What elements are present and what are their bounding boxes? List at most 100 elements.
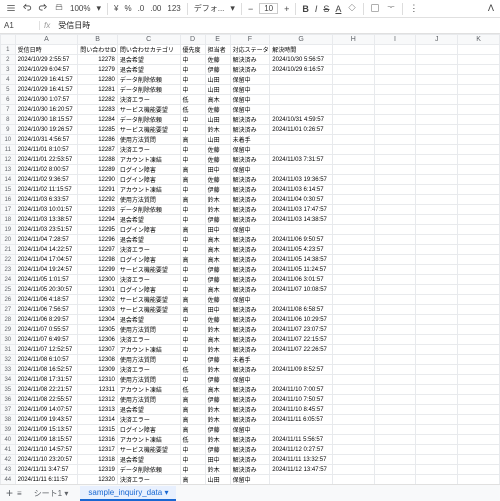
cell[interactable] (332, 155, 374, 165)
cell[interactable]: 2024/11/05 20:30:57 (15, 285, 78, 295)
cell[interactable]: 退会希望 (117, 55, 180, 65)
cell[interactable]: 鈴木 (205, 125, 230, 135)
cell[interactable]: ログイン障害 (117, 175, 180, 185)
cell[interactable]: 解決済み (230, 385, 270, 395)
cell[interactable] (374, 385, 416, 395)
cell[interactable]: 2024/11/04 7:28:57 (15, 235, 78, 245)
cell[interactable] (458, 445, 500, 455)
cell[interactable] (458, 315, 500, 325)
cell[interactable]: 2024/11/01 0:26:57 (270, 125, 333, 135)
cell[interactable] (374, 175, 416, 185)
cell[interactable]: 12285 (78, 125, 118, 135)
cell[interactable]: 12302 (78, 295, 118, 305)
cell[interactable]: 2024/10/30 1:07:57 (15, 95, 78, 105)
cell[interactable]: 決済エラー (117, 415, 180, 425)
cell[interactable]: 2024/11/08 16:52:57 (15, 365, 78, 375)
cell[interactable]: 高木 (205, 235, 230, 245)
row-header[interactable]: 21 (1, 245, 16, 255)
cell[interactable]: 鈴木 (205, 365, 230, 375)
bold-btn[interactable]: B (302, 4, 309, 14)
col-header[interactable] (1, 35, 16, 45)
cell[interactable]: 決済エラー (117, 275, 180, 285)
cell[interactable] (332, 365, 374, 375)
cell[interactable] (332, 175, 374, 185)
cell[interactable]: 12294 (78, 215, 118, 225)
cell[interactable] (416, 215, 458, 225)
cell[interactable] (374, 335, 416, 345)
cell[interactable] (416, 445, 458, 455)
cell[interactable]: 2024/11/06 8:29:57 (15, 315, 78, 325)
cell[interactable]: 中 (180, 205, 205, 215)
cell[interactable]: 2024/11/03 13:38:57 (15, 215, 78, 225)
cell[interactable]: 12307 (78, 345, 118, 355)
col-header[interactable]: F (230, 35, 270, 45)
cell[interactable] (458, 205, 500, 215)
row-header[interactable]: 18 (1, 215, 16, 225)
cell[interactable] (458, 335, 500, 345)
cell[interactable]: 2024/10/30 16:20:57 (15, 105, 78, 115)
row-header[interactable]: 23 (1, 265, 16, 275)
cell[interactable] (416, 395, 458, 405)
cell[interactable] (416, 405, 458, 415)
cell[interactable] (374, 455, 416, 465)
cell[interactable]: 使用方法質問 (117, 355, 180, 365)
cell[interactable]: 田中 (205, 305, 230, 315)
cell[interactable]: 2024/11/07 6:49:57 (15, 335, 78, 345)
cell[interactable]: 使用方法質問 (117, 325, 180, 335)
cell[interactable] (458, 275, 500, 285)
cell[interactable]: 解決済み (230, 175, 270, 185)
cell[interactable] (458, 65, 500, 75)
cell[interactable] (332, 185, 374, 195)
cell[interactable]: 2024/10/31 4:59:57 (270, 115, 333, 125)
cell[interactable] (332, 115, 374, 125)
cell[interactable]: 2024/11/08 22:55:57 (15, 395, 78, 405)
cell[interactable] (374, 145, 416, 155)
cell[interactable] (270, 85, 333, 95)
cell[interactable]: 解決済み (230, 285, 270, 295)
row-header[interactable]: 36 (1, 395, 16, 405)
cell[interactable] (416, 425, 458, 435)
cell[interactable] (458, 195, 500, 205)
chevron-down-icon[interactable]: ▾ (96, 3, 101, 14)
plus-icon[interactable]: + (284, 4, 289, 14)
cell[interactable]: 12318 (78, 455, 118, 465)
cell[interactable]: 保留中 (230, 425, 270, 435)
cell[interactable]: 低 (180, 435, 205, 445)
cell[interactable]: 中 (180, 115, 205, 125)
cell[interactable]: 解決済み (230, 395, 270, 405)
cell[interactable]: 保留中 (230, 375, 270, 385)
col-header[interactable]: G (270, 35, 333, 45)
cell[interactable]: 退会希望 (117, 315, 180, 325)
cell[interactable]: 解決済み (230, 335, 270, 345)
cell[interactable] (270, 355, 333, 365)
cell[interactable]: 2024/10/30 5:56:57 (270, 55, 333, 65)
cell[interactable]: 2024/11/09 15:13:57 (15, 425, 78, 435)
cell[interactable]: 解決済み (230, 325, 270, 335)
cell[interactable]: 2024/11/10 7:00:57 (270, 385, 333, 395)
cell[interactable] (374, 375, 416, 385)
cell[interactable]: データ削除依頼 (117, 85, 180, 95)
row-header[interactable]: 1 (1, 45, 16, 55)
cell[interactable]: 12313 (78, 405, 118, 415)
cell[interactable] (458, 395, 500, 405)
cell[interactable]: 解決済み (230, 235, 270, 245)
cell[interactable] (374, 355, 416, 365)
cell[interactable]: 12308 (78, 355, 118, 365)
row-header[interactable]: 32 (1, 355, 16, 365)
cell[interactable] (332, 275, 374, 285)
expand-up-icon[interactable]: ᐱ (488, 3, 494, 14)
cell[interactable]: 高 (180, 175, 205, 185)
cell[interactable]: ログイン障害 (117, 425, 180, 435)
cell[interactable]: 12279 (78, 65, 118, 75)
cell[interactable]: 高 (180, 225, 205, 235)
cell[interactable] (458, 385, 500, 395)
row-header[interactable]: 41 (1, 445, 16, 455)
cell[interactable]: 伊藤 (205, 445, 230, 455)
cell[interactable]: 中 (180, 375, 205, 385)
row-header[interactable]: 31 (1, 345, 16, 355)
cell[interactable]: 2024/10/30 18:15:57 (15, 115, 78, 125)
cell[interactable]: 2024/11/01 22:53:57 (15, 155, 78, 165)
add-sheet-btn[interactable]: + (6, 486, 13, 500)
cell[interactable]: 2024/11/07 23:07:57 (270, 325, 333, 335)
header-cell[interactable]: 受信日時 (15, 45, 78, 55)
